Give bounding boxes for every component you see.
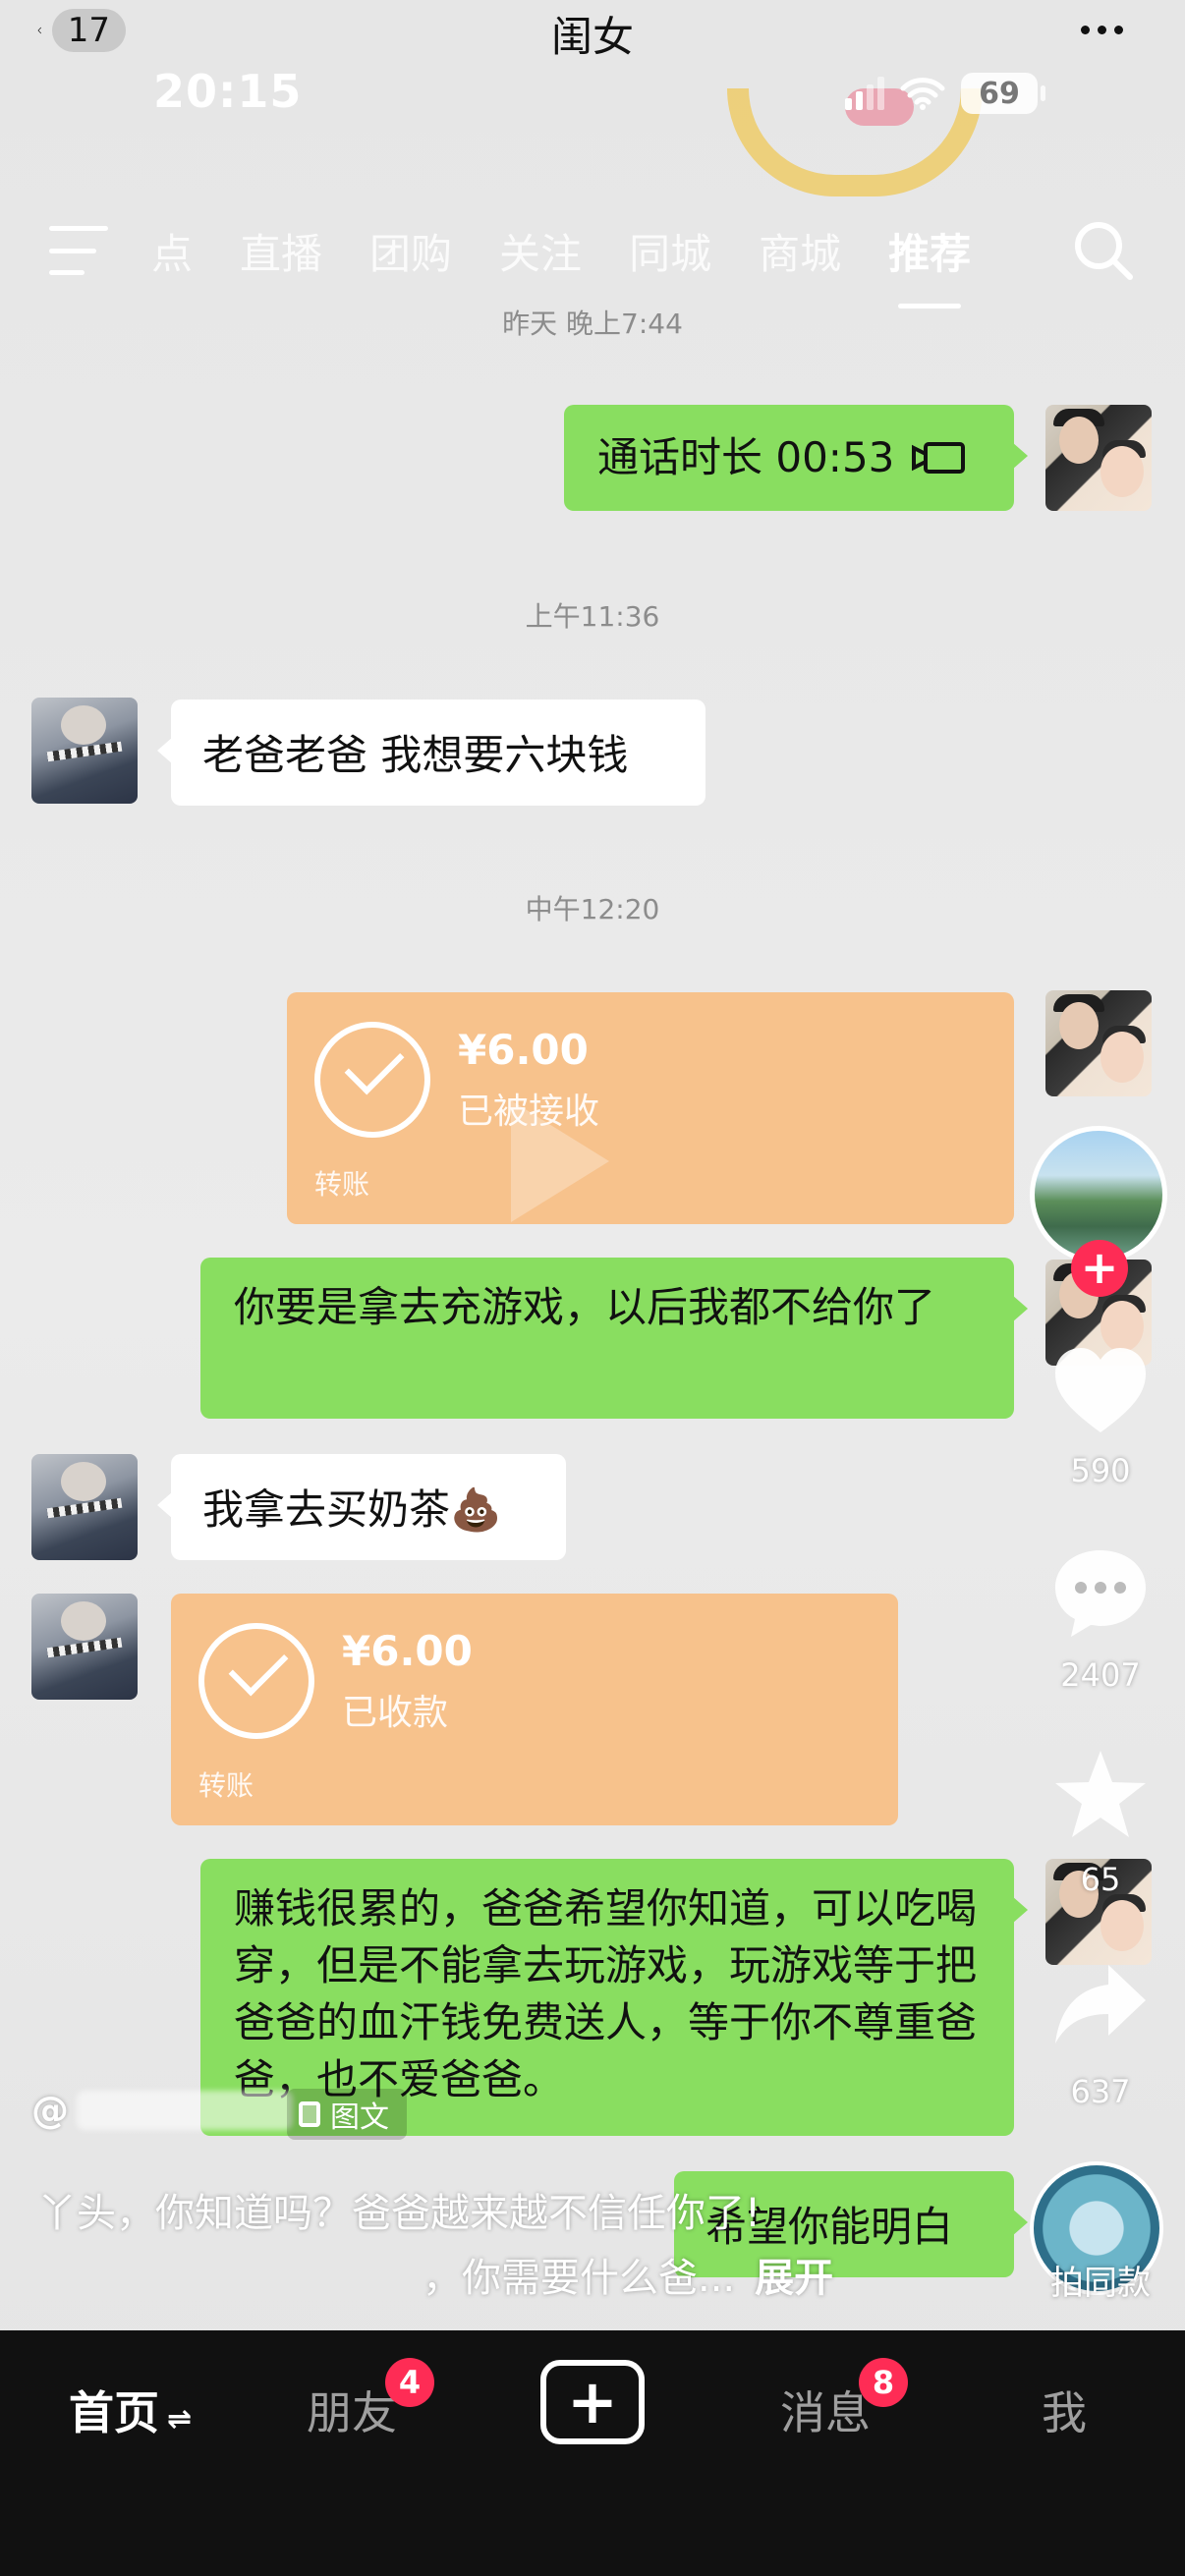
menu-icon[interactable]	[49, 226, 110, 275]
nav-messages[interactable]: 消息 8	[780, 2358, 908, 2442]
video-call-icon	[912, 442, 966, 474]
caption-line: 丫头，你知道吗？爸爸越来越不信任你了!	[37, 2191, 762, 2236]
message-bubble[interactable]: 老爸老爸 我想要六块钱	[157, 700, 705, 806]
wifi-icon	[900, 78, 945, 110]
tab-nearby-dot[interactable]: 点	[151, 221, 193, 281]
transfer-amount: ¥6.00	[458, 1026, 589, 1074]
like-count: 590	[1070, 1452, 1131, 1489]
status-icons: 69	[845, 73, 1045, 114]
call-duration-text: 通话时长 00:53	[597, 433, 895, 481]
caption-line-2: ，你需要什么爸... 展开	[423, 2256, 834, 2301]
nav-friends[interactable]: 朋友 4	[307, 2358, 434, 2442]
signal-icon	[845, 77, 884, 110]
tab-local[interactable]: 同城	[629, 221, 711, 281]
share-icon[interactable]	[1047, 1955, 1154, 2053]
transfer-card[interactable]: ¥6.00 已收款 转账	[171, 1594, 898, 1825]
timestamp: 上午11:36	[525, 600, 660, 633]
message-text: 你要是拿去充游戏，以后我都不给你了	[234, 1283, 936, 1331]
transfer-label: 转账	[198, 1769, 254, 1802]
check-circle-icon	[198, 1623, 314, 1739]
comment-icon[interactable]	[1047, 1544, 1154, 1643]
call-duration-bubble[interactable]: 通话时长 00:53	[564, 405, 1028, 511]
transfer-card[interactable]: ¥6.00 已被接收 转账	[287, 992, 1014, 1224]
favorite-count: 65	[1080, 1861, 1121, 1898]
battery-icon: 69	[961, 73, 1045, 114]
avatar[interactable]	[31, 698, 138, 804]
avatar[interactable]	[31, 1594, 138, 1700]
chat-title: 闺女	[550, 13, 634, 61]
message-text: 赚钱很累的，爸爸希望你知道，可以吃喝穿，但是不能拿去玩游戏，玩游戏等于把爸爸的血…	[234, 1884, 978, 2103]
tab-mall[interactable]: 商城	[759, 221, 841, 281]
expand-link[interactable]: 展开	[755, 2256, 833, 2301]
nav-me[interactable]: 我	[1042, 2378, 1087, 2442]
tab-live[interactable]: 直播	[240, 221, 322, 281]
tab-recommended[interactable]: 推荐	[888, 221, 971, 308]
comment-count: 2407	[1060, 1656, 1141, 1694]
same-style-label[interactable]: 拍同款	[1022, 2256, 1179, 2304]
message-text: 我拿去买奶茶💩	[202, 1485, 502, 1534]
tab-following[interactable]: 关注	[499, 221, 582, 281]
nav-home[interactable]: 首页 ⇌	[69, 2378, 192, 2442]
timestamp: 中午12:20	[525, 893, 660, 925]
message-text: 老爸老爸 我想要六块钱	[202, 731, 629, 779]
star-icon[interactable]	[1047, 1745, 1154, 1843]
share-count: 637	[1070, 2073, 1131, 2110]
avatar[interactable]	[31, 1454, 138, 1560]
post-type-tag: 图文	[287, 2089, 407, 2140]
timestamp: 昨天 晚上7:44	[502, 308, 683, 340]
tab-group-buy[interactable]: 团购	[369, 221, 452, 281]
play-icon[interactable]	[511, 1100, 609, 1222]
image-text-icon	[299, 2101, 320, 2127]
search-icon[interactable]	[1071, 218, 1136, 283]
author-handle[interactable]: @	[31, 2089, 293, 2132]
transfer-status: 已收款	[342, 1693, 449, 1733]
blurred-username	[77, 2091, 293, 2130]
transfer-amount: ¥6.00	[342, 1627, 473, 1675]
top-nav: 点 直播 团购 关注 同城 商城 推荐	[49, 211, 1159, 308]
avatar[interactable]	[1045, 990, 1152, 1096]
more-dots-icon[interactable]	[1081, 10, 1136, 49]
avatar[interactable]	[1045, 405, 1152, 511]
swap-icon: ⇌	[167, 2402, 193, 2436]
notification-badge: 4	[385, 2358, 434, 2407]
notification-badge: 8	[859, 2358, 908, 2407]
status-time: 20:15	[153, 65, 303, 118]
message-bubble[interactable]: 你要是拿去充游戏，以后我都不给你了	[200, 1258, 1028, 1419]
heart-icon[interactable]	[1047, 1342, 1154, 1440]
check-circle-icon	[314, 1022, 430, 1138]
message-bubble[interactable]: 我拿去买奶茶💩	[157, 1454, 566, 1560]
follow-plus-icon[interactable]: +	[1071, 1240, 1128, 1297]
transfer-label: 转账	[314, 1168, 370, 1201]
bottom-nav: 首页 ⇌ 朋友 4 + 消息 8 我	[0, 2330, 1185, 2576]
create-plus-button[interactable]: +	[540, 2360, 645, 2444]
